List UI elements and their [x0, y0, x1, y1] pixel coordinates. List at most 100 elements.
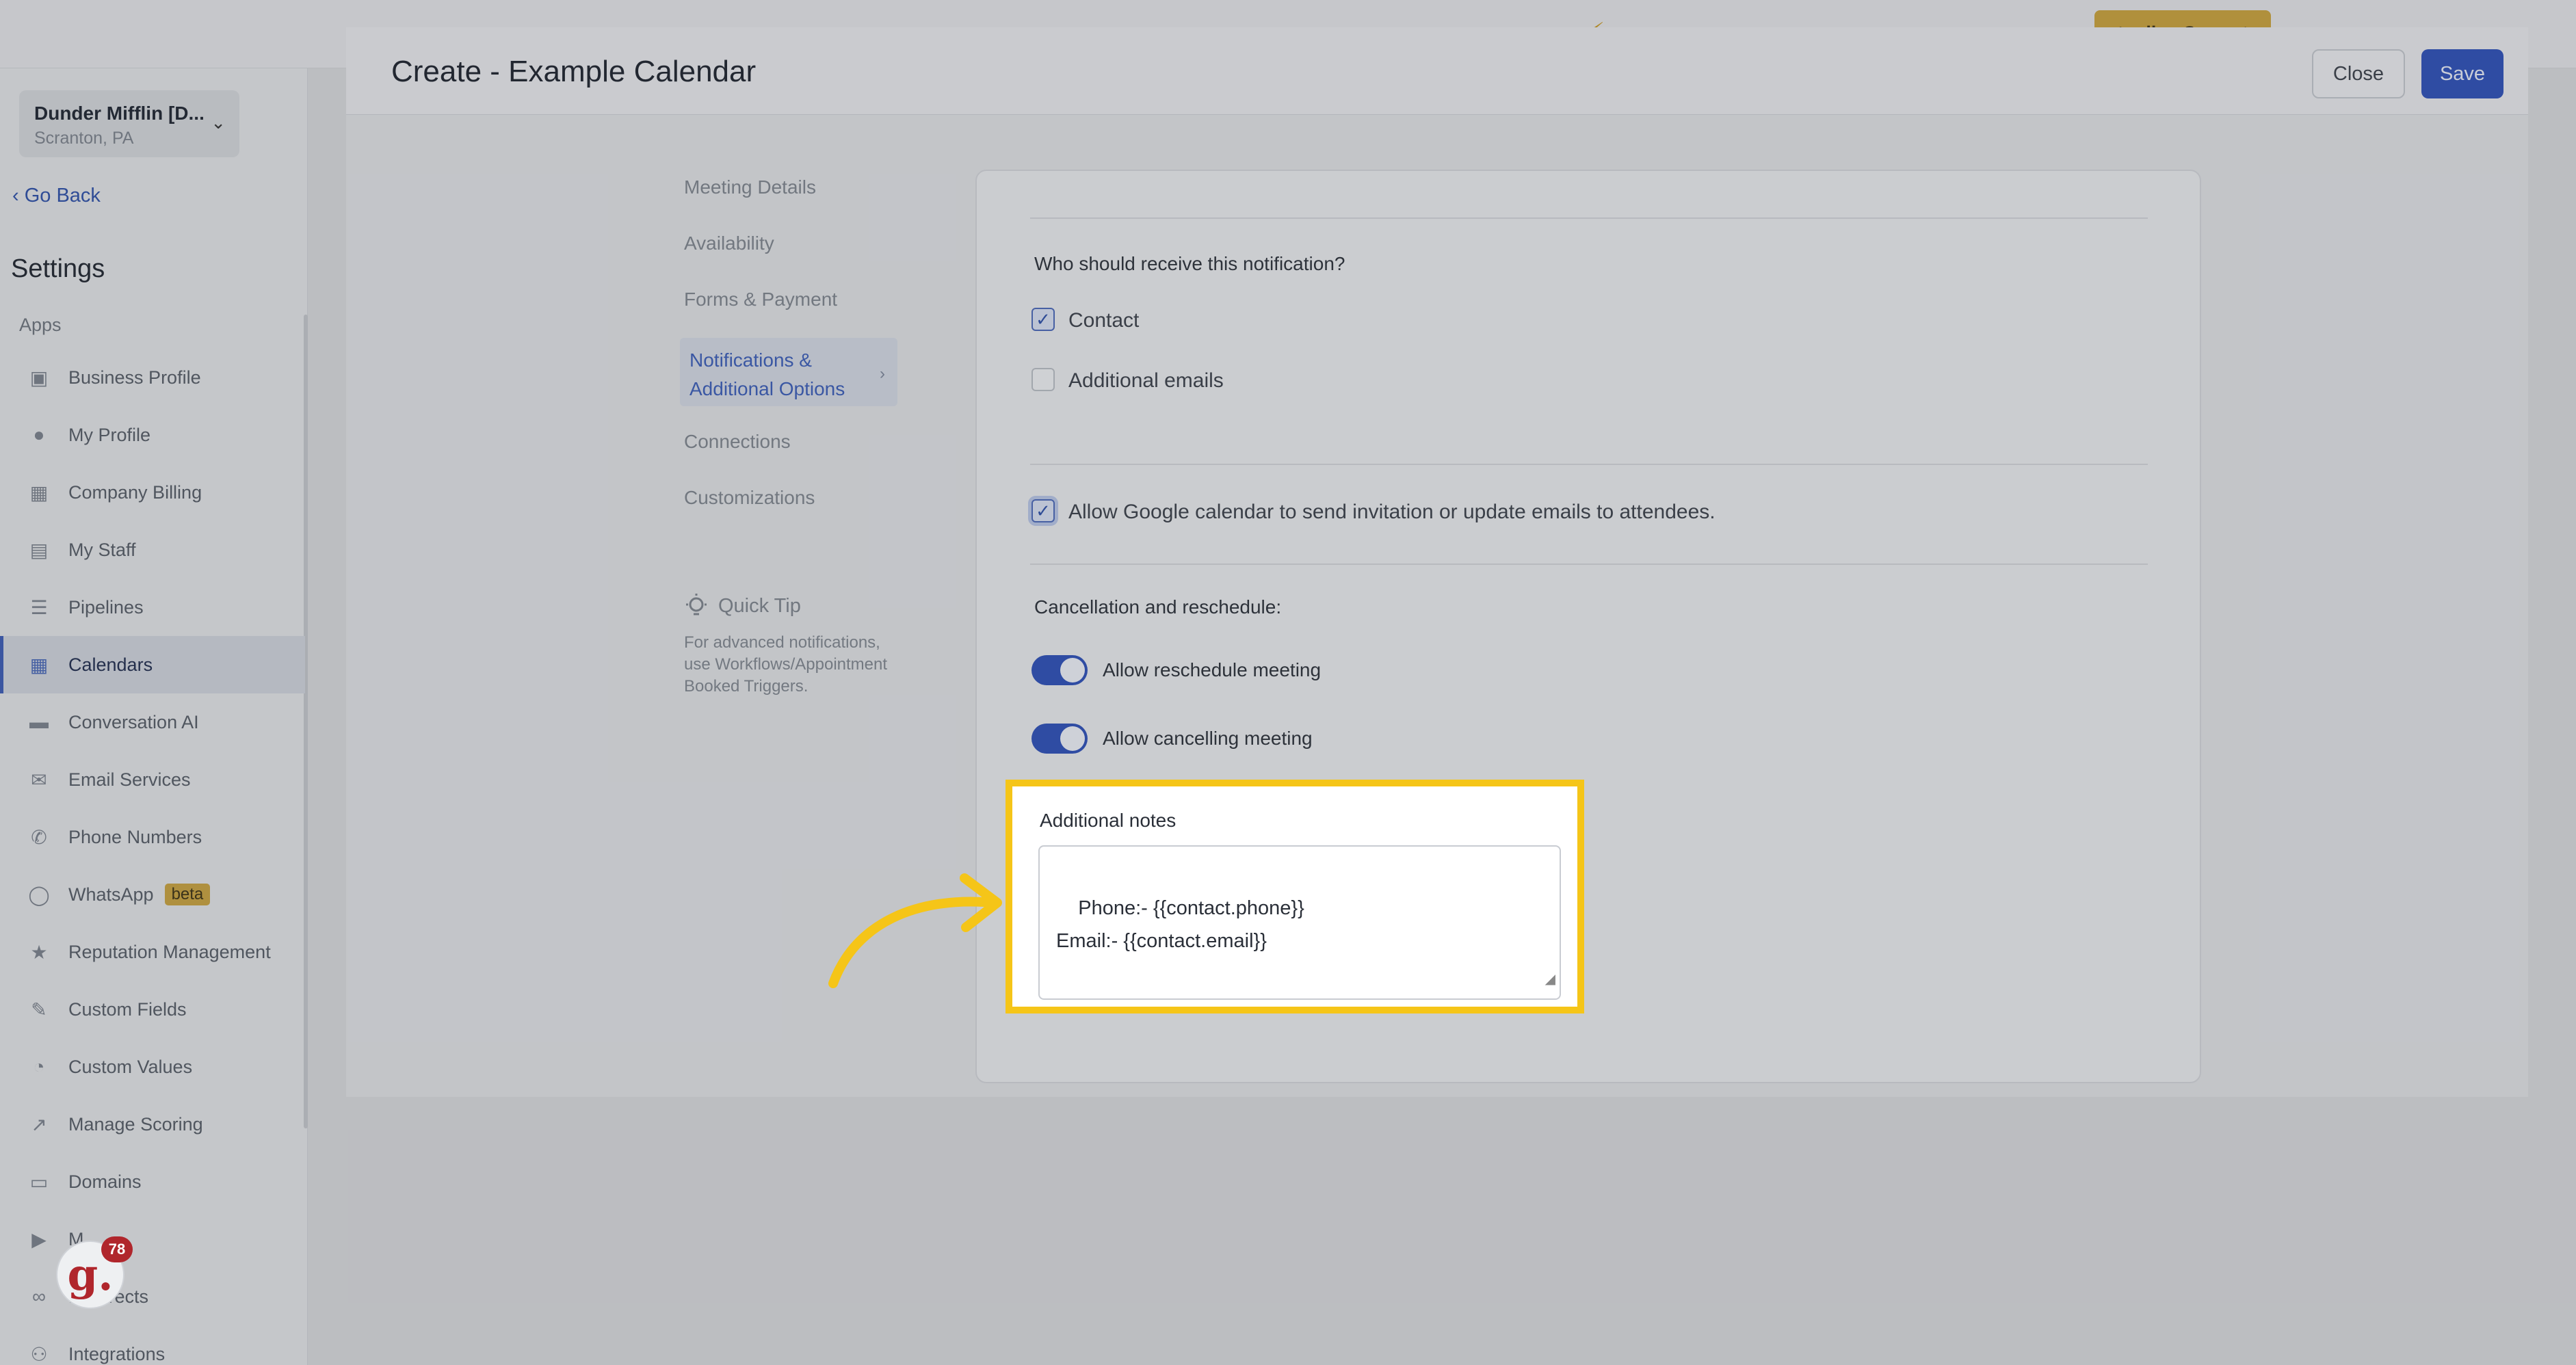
sidebar-item-pipelines[interactable]: ☰ Pipelines [0, 579, 305, 636]
additional-emails-checkbox[interactable] [1031, 368, 1055, 391]
user-icon: ● [33, 424, 45, 445]
chevron-right-icon: › [880, 365, 885, 383]
sidebar-item-label: Domains [68, 1171, 142, 1192]
calendar-icon: ▦ [29, 654, 49, 676]
sidebar-item-label: Reputation Management [68, 941, 271, 962]
save-button[interactable]: Save [2421, 49, 2503, 98]
apps-label: Apps [19, 315, 62, 335]
sidebar-item-custom-values[interactable]: ◔ Custom Values [0, 1038, 305, 1096]
quick-tip-title: Quick Tip [718, 594, 801, 617]
additional-notes-textarea[interactable]: Phone:- {{contact.phone}} Email:- {{cont… [1038, 845, 1561, 1000]
beta-badge: beta [164, 884, 211, 905]
subnav-availability[interactable]: Availability [684, 233, 897, 254]
inbox-icon: ▤ [29, 539, 49, 561]
sidebar-item-label: My Profile [68, 424, 151, 445]
sidebar-item-conversation-ai[interactable]: ▬ Conversation AI [0, 693, 305, 751]
cancelling-label: Allow cancelling meeting [1103, 728, 1313, 749]
contact-label: Contact [1068, 309, 1140, 332]
cancelling-toggle[interactable] [1031, 724, 1088, 754]
sidebar-item-label: Custom Fields [68, 998, 187, 1020]
divider [1030, 464, 2148, 465]
sidebar-item-company-billing[interactable]: ▦ Company Billing [0, 464, 305, 521]
chart-icon: ↗ [31, 1113, 47, 1135]
toggle-knob [1060, 658, 1085, 682]
integrations-icon: ⚇ [30, 1343, 48, 1365]
checkmark-icon: ✓ [1036, 308, 1051, 330]
pie-icon: ◔ [33, 1056, 45, 1077]
chevron-left-icon: ‹ [12, 185, 25, 207]
domain-icon: ▭ [29, 1171, 49, 1193]
sidebar-item-m[interactable]: ▶ M... [0, 1210, 305, 1268]
account-location: Scranton, PA [34, 129, 134, 148]
quick-tip-text: For advanced notifications, use Workflow… [684, 633, 888, 695]
quick-tip-header: Quick Tip [684, 592, 801, 620]
sidebar-item-label: Company Billing [68, 481, 202, 503]
subnav-notifications-line2: Additional Options [689, 378, 845, 399]
sidebar-item-label: Conversation AI [68, 711, 199, 732]
go-back-label: Go Back [24, 185, 101, 207]
additional-notes-highlight: Additional notes Phone:- {{contact.phone… [1006, 780, 1584, 1013]
sidebar-item-phone-numbers[interactable]: ✆ Phone Numbers [0, 808, 305, 866]
sidebar-item-manage-scoring[interactable]: ↗ Manage Scoring [0, 1096, 305, 1153]
sidebar-item-reputation-management[interactable]: ★ Reputation Management [0, 923, 305, 981]
phone-icon: ✆ [31, 826, 47, 848]
sidebar-item-domains[interactable]: ▭ Domains [0, 1153, 305, 1210]
subnav-notifications[interactable]: Notifications & Additional Options › [680, 338, 897, 406]
sidebar-item-label: Business Profile [68, 367, 201, 388]
sidebar-item-whatsapp[interactable]: ◯ WhatsApp beta [0, 866, 305, 923]
reschedule-label: Allow reschedule meeting [1103, 659, 1322, 680]
subnav-meeting-details[interactable]: Meeting Details [684, 176, 897, 198]
account-switcher[interactable]: Dunder Mifflin [D... Scranton, PA ⌄ [19, 90, 239, 157]
divider [1030, 564, 2148, 565]
grid-icon: ▦ [29, 481, 49, 503]
sidebar-item-label: Pipelines [68, 596, 144, 618]
briefcase-icon: ▣ [29, 367, 49, 388]
cancellation-section-label: Cancellation and reschedule: [1034, 596, 1282, 618]
sidebar-item-my-staff[interactable]: ▤ My Staff [0, 521, 305, 579]
recipients-label: Who should receive this notification? [1034, 253, 1345, 274]
sidebar-item-label: Email Services [68, 769, 191, 790]
filter-icon: ☰ [30, 596, 48, 618]
g-widget-badge[interactable]: g. 78 [56, 1236, 133, 1309]
go-back-link[interactable]: ‹ Go Back [12, 185, 101, 207]
sidebar-item-email-services[interactable]: ✉ Email Services [0, 751, 305, 808]
sidebar-item-label: Custom Values [68, 1056, 193, 1077]
star-icon: ★ [30, 941, 48, 963]
additional-emails-label: Additional emails [1068, 369, 1224, 392]
settings-title: Settings [11, 254, 105, 283]
sidebar-item-label: WhatsApp [68, 884, 154, 905]
subnav-notifications-line1: Notifications & [689, 349, 812, 371]
chevron-down-icon: ⌄ [211, 112, 226, 133]
subnav-customizations[interactable]: Customizations [684, 487, 897, 509]
sidebar-item-label: Integrations [68, 1343, 166, 1364]
additional-notes-value: Phone:- {{contact.phone}} Email:- {{cont… [1056, 897, 1390, 998]
notification-count: 78 [101, 1236, 133, 1262]
mail-icon: ✉ [31, 769, 47, 791]
link-icon: ∞ [32, 1286, 46, 1307]
google-calendar-checkbox[interactable]: ✓ [1031, 499, 1055, 522]
contact-checkbox[interactable]: ✓ [1031, 308, 1055, 331]
resize-handle-icon[interactable]: ◢ [1545, 963, 1555, 996]
sidebar-item-label: Manage Scoring [68, 1113, 203, 1135]
sidebar-item-edirects[interactable]: ∞...edirects [0, 1268, 305, 1325]
toggle-knob [1060, 726, 1085, 751]
close-button[interactable]: Close [2312, 49, 2405, 98]
subnav-forms-payment[interactable]: Forms & Payment [684, 289, 897, 310]
subnav-connections[interactable]: Connections [684, 431, 897, 453]
sidebar-item-custom-fields[interactable]: ✎ Custom Fields [0, 981, 305, 1038]
page-title: Create - Example Calendar [391, 55, 757, 88]
sidebar-item-business-profile[interactable]: ▣ Business Profile [0, 349, 305, 406]
sidebar-item-label: My Staff [68, 539, 136, 560]
google-calendar-label: Allow Google calendar to send invitation… [1068, 501, 1716, 523]
edit-field-icon: ✎ [31, 998, 47, 1020]
divider [1030, 217, 2148, 219]
sidebar-item-my-profile[interactable]: ● My Profile [0, 406, 305, 464]
whatsapp-icon: ◯ [28, 884, 50, 905]
sidebar-item-label: Phone Numbers [68, 826, 202, 847]
additional-notes-label: Additional notes [1040, 810, 1177, 831]
sidebar-item-integrations[interactable]: ⚇ Integrations [0, 1325, 305, 1365]
pointer-arrow-icon [828, 873, 1002, 988]
video-icon: ▶ [31, 1228, 47, 1250]
sidebar-item-calendars[interactable]: ▦ Calendars [0, 636, 305, 693]
reschedule-toggle[interactable] [1031, 655, 1088, 685]
